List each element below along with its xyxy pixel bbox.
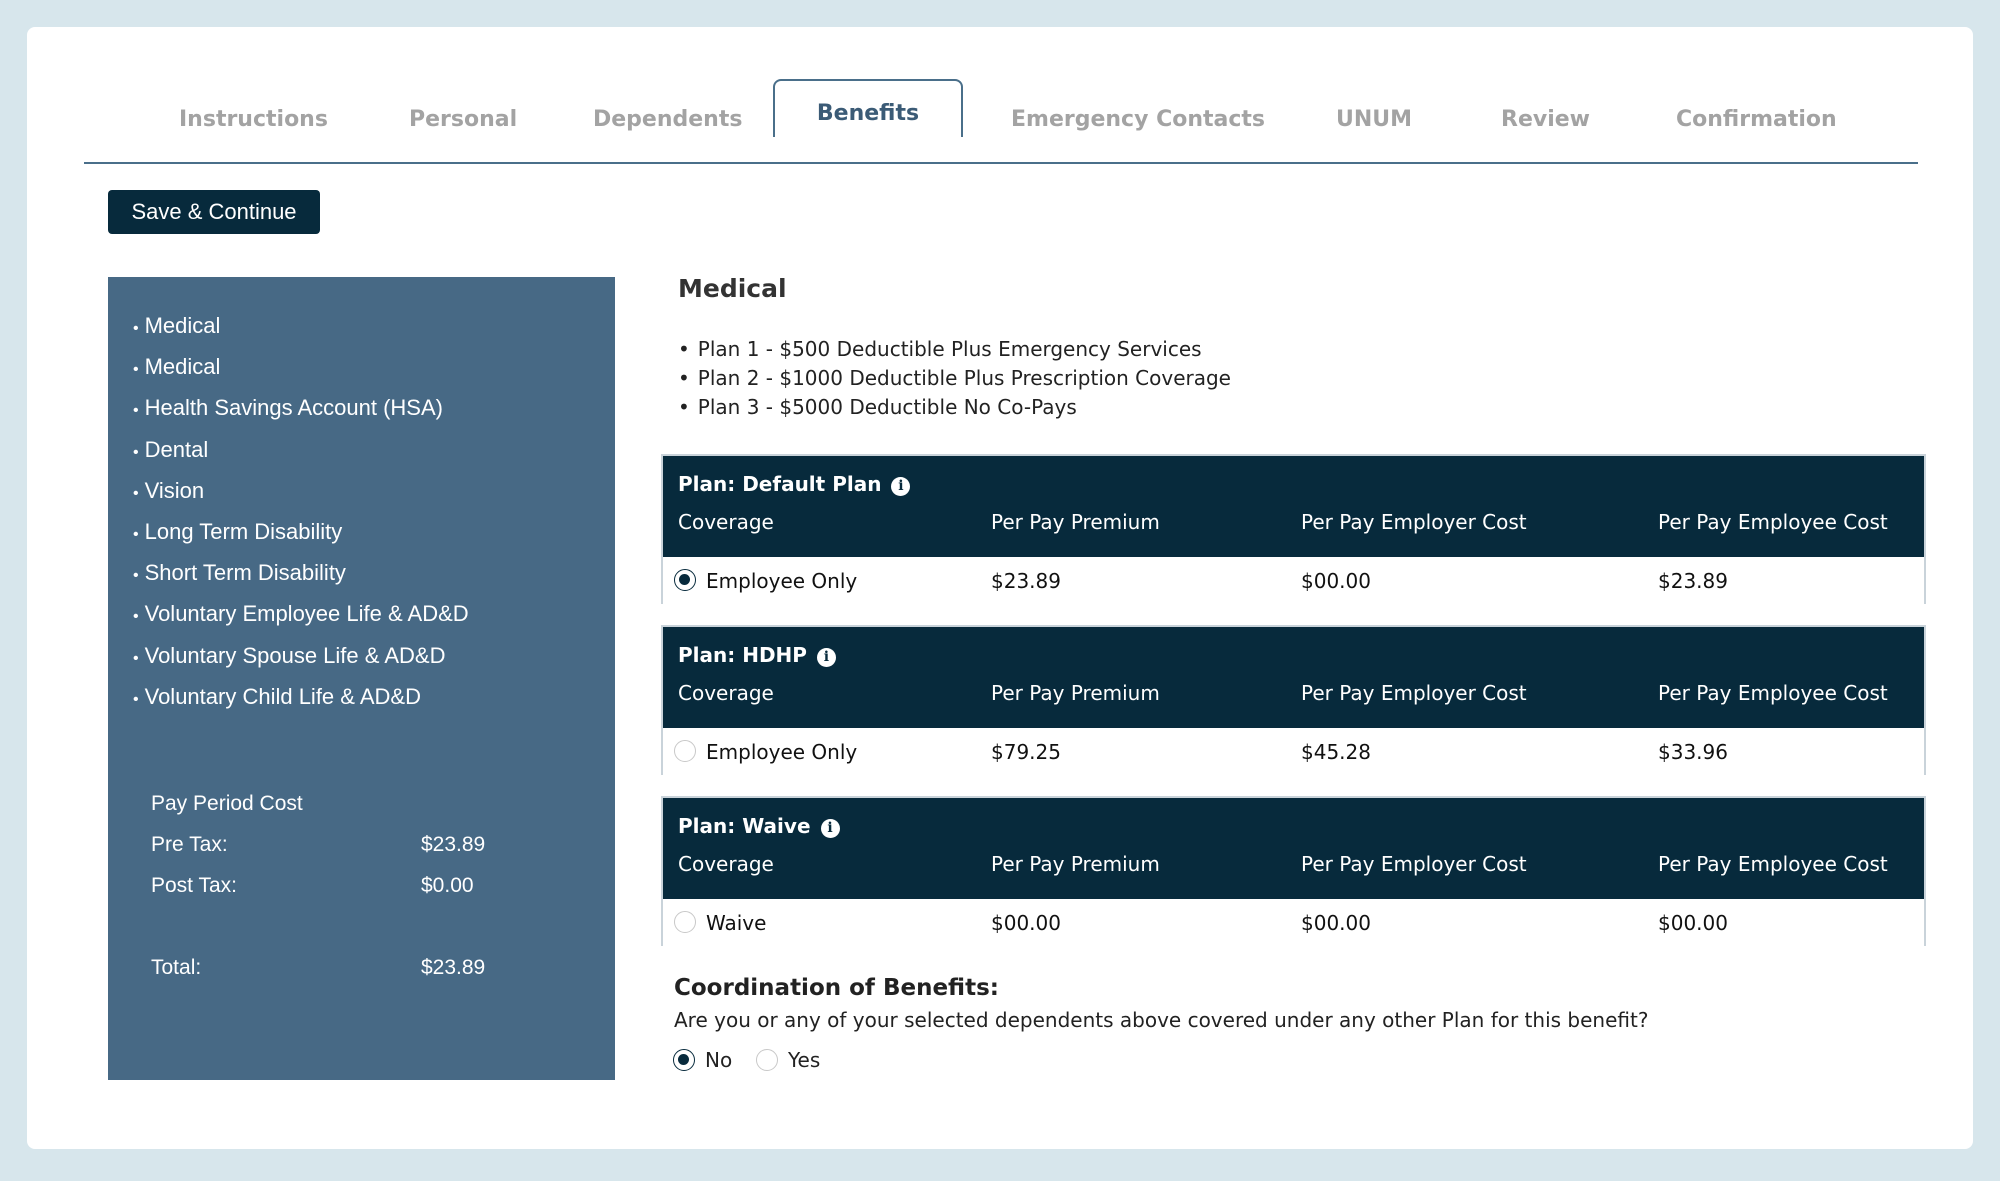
total-label: Total:	[151, 956, 202, 979]
plan-card-waive: Plan: Waive i Coverage Per Pay Premium Pe…	[661, 796, 1926, 946]
employer-cost-cell: $00.00	[1301, 569, 1371, 593]
total-value: $23.89	[421, 956, 486, 979]
plan-description: Plan 1 - $500 Deductible Plus Emergency …	[678, 335, 1231, 364]
plan-header: Plan: Waive i Coverage Per Pay Premium Pe…	[663, 798, 1924, 899]
column-header-premium: Per Pay Premium	[991, 681, 1160, 705]
cob-radio-no[interactable]	[673, 1049, 695, 1071]
column-header-premium: Per Pay Premium	[991, 510, 1160, 534]
coverage-cell: Employee Only	[706, 740, 858, 764]
plan-name: Plan: Waive i	[678, 814, 840, 838]
column-header-employee-cost: Per Pay Employee Cost	[1658, 510, 1888, 534]
plan-card-default: Plan: Default Plan i Coverage Per Pay Pre…	[661, 454, 1926, 604]
cob-question: Are you or any of your selected dependen…	[674, 1008, 1649, 1032]
plan-card-hdhp: Plan: HDHP i Coverage Per Pay Premium Per…	[661, 625, 1926, 775]
column-header-employer-cost: Per Pay Employer Cost	[1301, 681, 1527, 705]
column-header-employer-cost: Per Pay Employer Cost	[1301, 510, 1527, 534]
plan-radio-default[interactable]	[674, 569, 696, 591]
table-row[interactable]: Employee Only $23.89 $00.00 $23.89	[663, 557, 1924, 604]
benefit-list: Medical Medical Health Savings Account (…	[133, 305, 469, 717]
sidebar-item-employee-life[interactable]: Voluntary Employee Life & AD&D	[133, 593, 469, 634]
employer-cost-cell: $00.00	[1301, 911, 1371, 935]
employee-cost-cell: $23.89	[1658, 569, 1728, 593]
tab-personal[interactable]: Personal	[409, 107, 517, 132]
sidebar-item-dental[interactable]: Dental	[133, 429, 469, 470]
coverage-cell: Employee Only	[706, 569, 858, 593]
info-icon[interactable]: i	[820, 819, 840, 838]
employee-cost-cell: $33.96	[1658, 740, 1728, 764]
plan-radio-hdhp[interactable]	[674, 740, 696, 762]
sidebar-item-medical-2[interactable]: Medical	[133, 346, 469, 387]
sidebar-item-std[interactable]: Short Term Disability	[133, 552, 469, 593]
sidebar-item-ltd[interactable]: Long Term Disability	[133, 511, 469, 552]
plan-name: Plan: Default Plan i	[678, 472, 911, 496]
plan-name-text: Plan: Waive	[678, 814, 811, 838]
info-icon[interactable]: i	[816, 648, 836, 667]
benefits-sidebar: Medical Medical Health Savings Account (…	[108, 277, 615, 1080]
table-row[interactable]: Employee Only $79.25 $45.28 $33.96	[663, 728, 1924, 775]
step-tabs: Instructions Personal Dependents Benefit…	[84, 79, 1918, 164]
save-continue-button[interactable]: Save & Continue	[108, 190, 320, 234]
employer-cost-cell: $45.28	[1301, 740, 1371, 764]
column-header-coverage: Coverage	[678, 681, 774, 705]
tab-instructions[interactable]: Instructions	[179, 107, 328, 132]
pre-tax-value: $23.89	[421, 833, 486, 856]
column-header-coverage: Coverage	[678, 852, 774, 876]
table-row[interactable]: Waive $00.00 $00.00 $00.00	[663, 899, 1924, 946]
pre-tax-label: Pre Tax:	[151, 833, 228, 856]
sidebar-item-child-life[interactable]: Voluntary Child Life & AD&D	[133, 676, 469, 717]
tab-unum[interactable]: UNUM	[1336, 107, 1412, 132]
cob-radio-yes[interactable]	[756, 1049, 778, 1071]
sidebar-item-spouse-life[interactable]: Voluntary Spouse Life & AD&D	[133, 635, 469, 676]
column-header-premium: Per Pay Premium	[991, 852, 1160, 876]
tab-dependents[interactable]: Dependents	[593, 107, 742, 132]
column-header-coverage: Coverage	[678, 510, 774, 534]
column-header-employee-cost: Per Pay Employee Cost	[1658, 681, 1888, 705]
sidebar-item-vision[interactable]: Vision	[133, 470, 469, 511]
tab-emergency-contacts[interactable]: Emergency Contacts	[1011, 107, 1265, 132]
section-title: Medical	[678, 274, 787, 303]
column-header-employee-cost: Per Pay Employee Cost	[1658, 852, 1888, 876]
plan-radio-waive[interactable]	[674, 911, 696, 933]
info-icon[interactable]: i	[891, 477, 911, 496]
cost-title: Pay Period Cost	[151, 792, 303, 815]
plan-description: Plan 3 - $5000 Deductible No Co-Pays	[678, 393, 1231, 422]
tab-benefits[interactable]: Benefits	[773, 79, 963, 137]
tab-review[interactable]: Review	[1501, 107, 1590, 132]
premium-cell: $23.89	[991, 569, 1061, 593]
cob-no-label[interactable]: No	[705, 1048, 732, 1072]
cob-yes-label[interactable]: Yes	[788, 1048, 820, 1072]
plan-name-text: Plan: Default Plan	[678, 472, 882, 496]
plan-name-text: Plan: HDHP	[678, 643, 807, 667]
cob-title: Coordination of Benefits:	[674, 975, 999, 1001]
plan-header: Plan: HDHP i Coverage Per Pay Premium Per…	[663, 627, 1924, 728]
post-tax-label: Post Tax:	[151, 874, 237, 897]
tab-confirmation[interactable]: Confirmation	[1676, 107, 1837, 132]
plan-name: Plan: HDHP i	[678, 643, 836, 667]
coverage-cell: Waive	[706, 911, 767, 935]
plan-description: Plan 2 - $1000 Deductible Plus Prescript…	[678, 364, 1231, 393]
sidebar-item-hsa[interactable]: Health Savings Account (HSA)	[133, 387, 469, 428]
post-tax-value: $0.00	[421, 874, 474, 897]
plan-descriptions: Plan 1 - $500 Deductible Plus Emergency …	[678, 335, 1231, 422]
column-header-employer-cost: Per Pay Employer Cost	[1301, 852, 1527, 876]
sidebar-item-medical[interactable]: Medical	[133, 305, 469, 346]
premium-cell: $79.25	[991, 740, 1061, 764]
employee-cost-cell: $00.00	[1658, 911, 1728, 935]
premium-cell: $00.00	[991, 911, 1061, 935]
plan-header: Plan: Default Plan i Coverage Per Pay Pre…	[663, 456, 1924, 557]
